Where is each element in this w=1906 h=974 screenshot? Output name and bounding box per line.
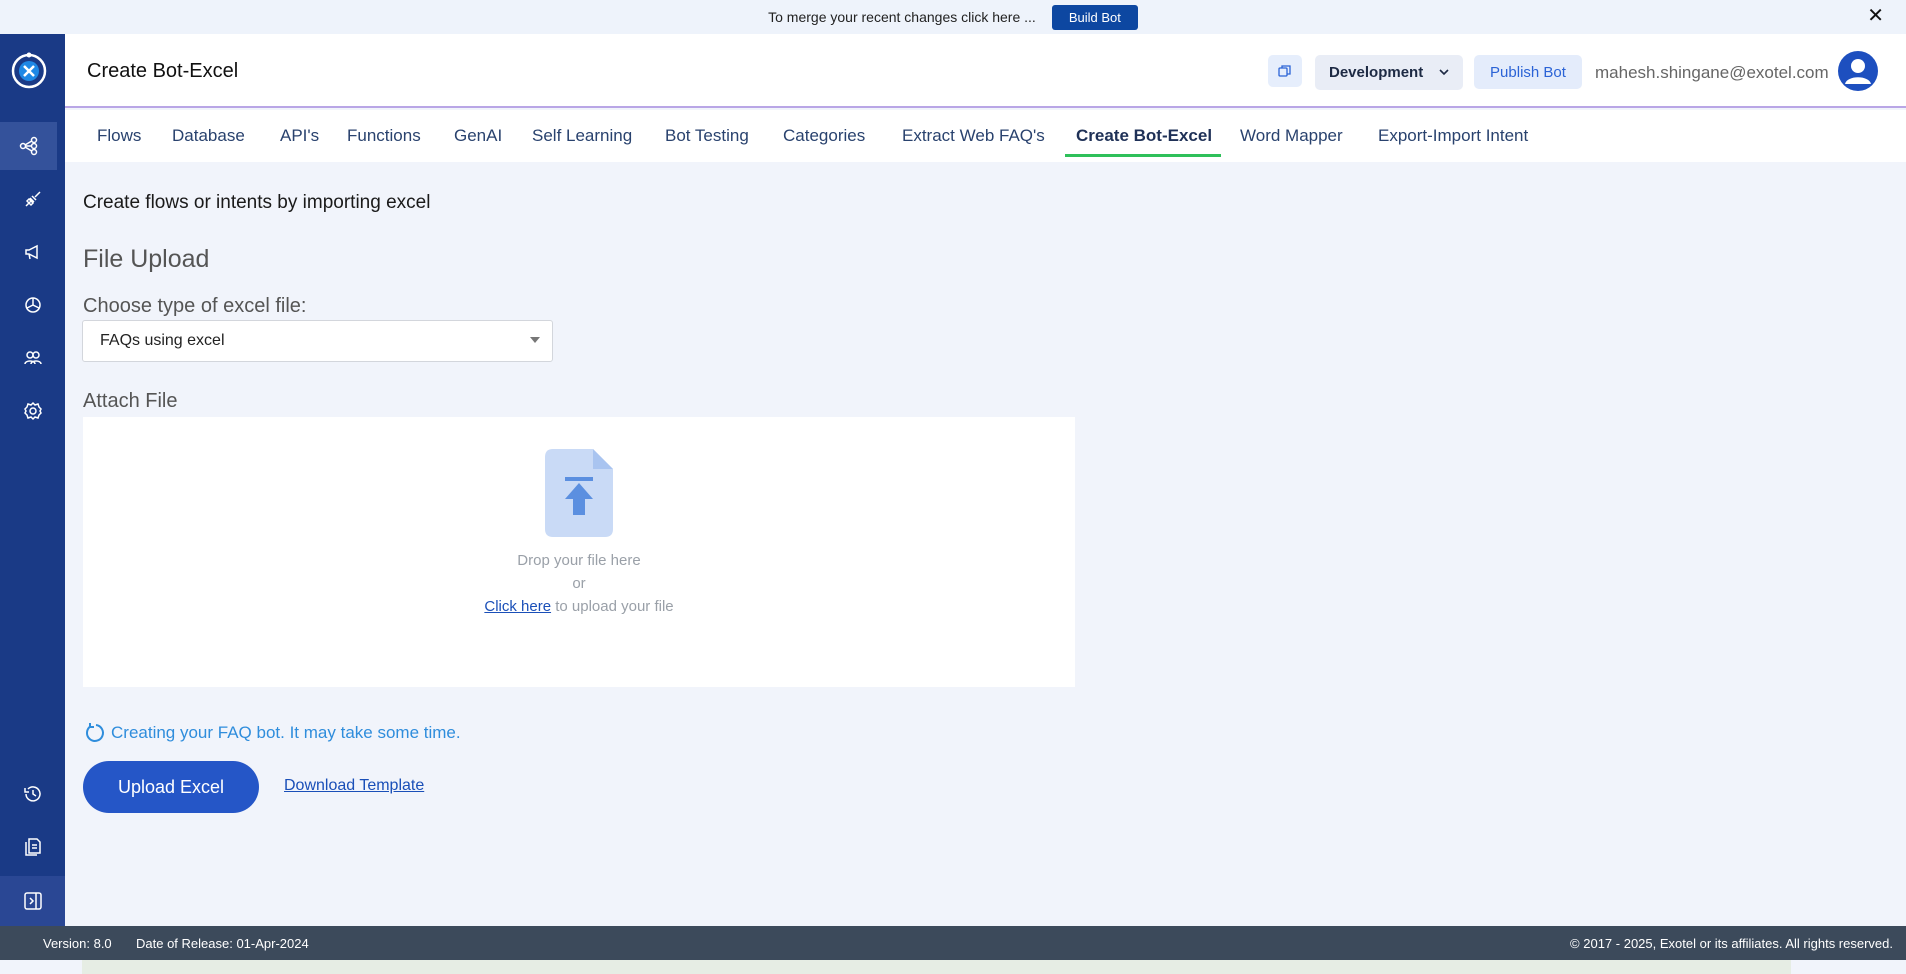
dropzone-or: or bbox=[572, 575, 586, 592]
status-message: Creating your FAQ bot. It may take some … bbox=[84, 722, 461, 744]
users-icon bbox=[23, 351, 42, 365]
user-email: mahesh.shingane@exotel.com bbox=[1595, 63, 1829, 82]
close-icon[interactable]: ✕ bbox=[1867, 6, 1884, 26]
collapse-sidebar-icon bbox=[23, 892, 42, 910]
click-here-link[interactable]: Click here bbox=[484, 598, 551, 615]
tab-self-learning[interactable]: Self Learning bbox=[532, 110, 632, 162]
copy-button[interactable] bbox=[1268, 55, 1302, 87]
tab-extract-web-faqs[interactable]: Extract Web FAQ's bbox=[902, 110, 1045, 162]
sidebar-item-documents[interactable] bbox=[0, 823, 65, 871]
exotel-logo-icon[interactable] bbox=[9, 51, 49, 91]
sidebar-item-campaigns[interactable] bbox=[0, 228, 65, 276]
tab-database[interactable]: Database bbox=[172, 110, 245, 162]
sidebar-item-flows[interactable] bbox=[0, 122, 57, 170]
bottom-strip bbox=[82, 960, 1791, 974]
footer: Version: 8.0 Date of Release: 01-Apr-202… bbox=[0, 926, 1906, 960]
campaign-icon bbox=[24, 244, 38, 260]
history-icon bbox=[23, 786, 41, 802]
page-subtitle: Create flows or intents by importing exc… bbox=[83, 192, 431, 213]
file-type-select[interactable]: FAQs using excel bbox=[82, 320, 553, 362]
flows-icon bbox=[19, 136, 37, 156]
user-avatar-icon bbox=[1845, 59, 1871, 84]
status-text: Creating your FAQ bot. It may take some … bbox=[111, 723, 461, 742]
tab-word-mapper[interactable]: Word Mapper bbox=[1240, 110, 1343, 162]
version-text: Version: 8.0 bbox=[43, 936, 112, 951]
file-type-value: FAQs using excel bbox=[100, 332, 225, 349]
download-template-link[interactable]: Download Template bbox=[284, 777, 424, 795]
tab-categories[interactable]: Categories bbox=[783, 110, 865, 162]
attach-file-label: Attach File bbox=[83, 390, 178, 412]
sidebar-item-users[interactable] bbox=[0, 334, 65, 382]
dropzone-text: Drop your file here bbox=[517, 552, 641, 569]
environment-select[interactable]: Development bbox=[1315, 55, 1463, 90]
copyright-text: © 2017 - 2025, Exotel or its affiliates.… bbox=[1570, 936, 1893, 951]
active-tab-indicator bbox=[1065, 154, 1221, 157]
tab-bot-testing[interactable]: Bot Testing bbox=[665, 110, 749, 162]
analytics-icon bbox=[24, 297, 41, 313]
sidebar-item-analytics[interactable] bbox=[0, 281, 65, 329]
section-title: File Upload bbox=[83, 245, 210, 273]
avatar[interactable] bbox=[1838, 51, 1878, 91]
refresh-icon bbox=[86, 723, 104, 742]
banner-message: To merge your recent changes click here … bbox=[768, 9, 1036, 25]
page-title: Create Bot-Excel bbox=[87, 60, 239, 82]
dropzone-upload-text: to upload your file bbox=[551, 598, 674, 615]
file-type-label: Choose type of excel file: bbox=[83, 295, 307, 317]
release-date-text: Date of Release: 01-Apr-2024 bbox=[136, 936, 309, 951]
sidebar-item-integrations[interactable] bbox=[0, 175, 65, 223]
merge-banner: To merge your recent changes click here … bbox=[0, 0, 1906, 34]
chevron-down-icon bbox=[1439, 69, 1449, 76]
tab-apis[interactable]: API's bbox=[280, 110, 319, 162]
page-header: Create Bot-Excel Development Publish Bot… bbox=[65, 34, 1906, 108]
collapse-sidebar-button[interactable] bbox=[0, 876, 65, 926]
tab-genai[interactable]: GenAI bbox=[454, 110, 502, 162]
build-bot-button[interactable]: Build Bot bbox=[1051, 4, 1138, 30]
copy-icon bbox=[1278, 65, 1291, 77]
sidebar-item-settings[interactable] bbox=[0, 387, 65, 435]
tab-bar: Flows Database API's Functions GenAI Sel… bbox=[65, 110, 1906, 162]
upload-excel-button[interactable]: Upload Excel bbox=[83, 761, 259, 813]
file-upload-icon bbox=[545, 449, 613, 537]
tab-functions[interactable]: Functions bbox=[347, 110, 421, 162]
publish-bot-button[interactable]: Publish Bot bbox=[1474, 55, 1582, 89]
dropzone-upload-line: Click here to upload your file bbox=[83, 598, 1075, 615]
environment-value: Development bbox=[1329, 64, 1424, 81]
tab-export-import-intent[interactable]: Export-Import Intent bbox=[1378, 110, 1528, 162]
sidebar bbox=[0, 34, 65, 926]
file-dropzone[interactable]: Drop your file here or Click here to upl… bbox=[83, 417, 1075, 687]
settings-icon bbox=[23, 401, 42, 421]
sidebar-item-history[interactable] bbox=[0, 770, 65, 818]
caret-down-icon bbox=[530, 337, 540, 343]
tab-flows[interactable]: Flows bbox=[97, 110, 141, 162]
integrations-icon bbox=[24, 191, 41, 207]
documents-icon bbox=[24, 838, 41, 856]
